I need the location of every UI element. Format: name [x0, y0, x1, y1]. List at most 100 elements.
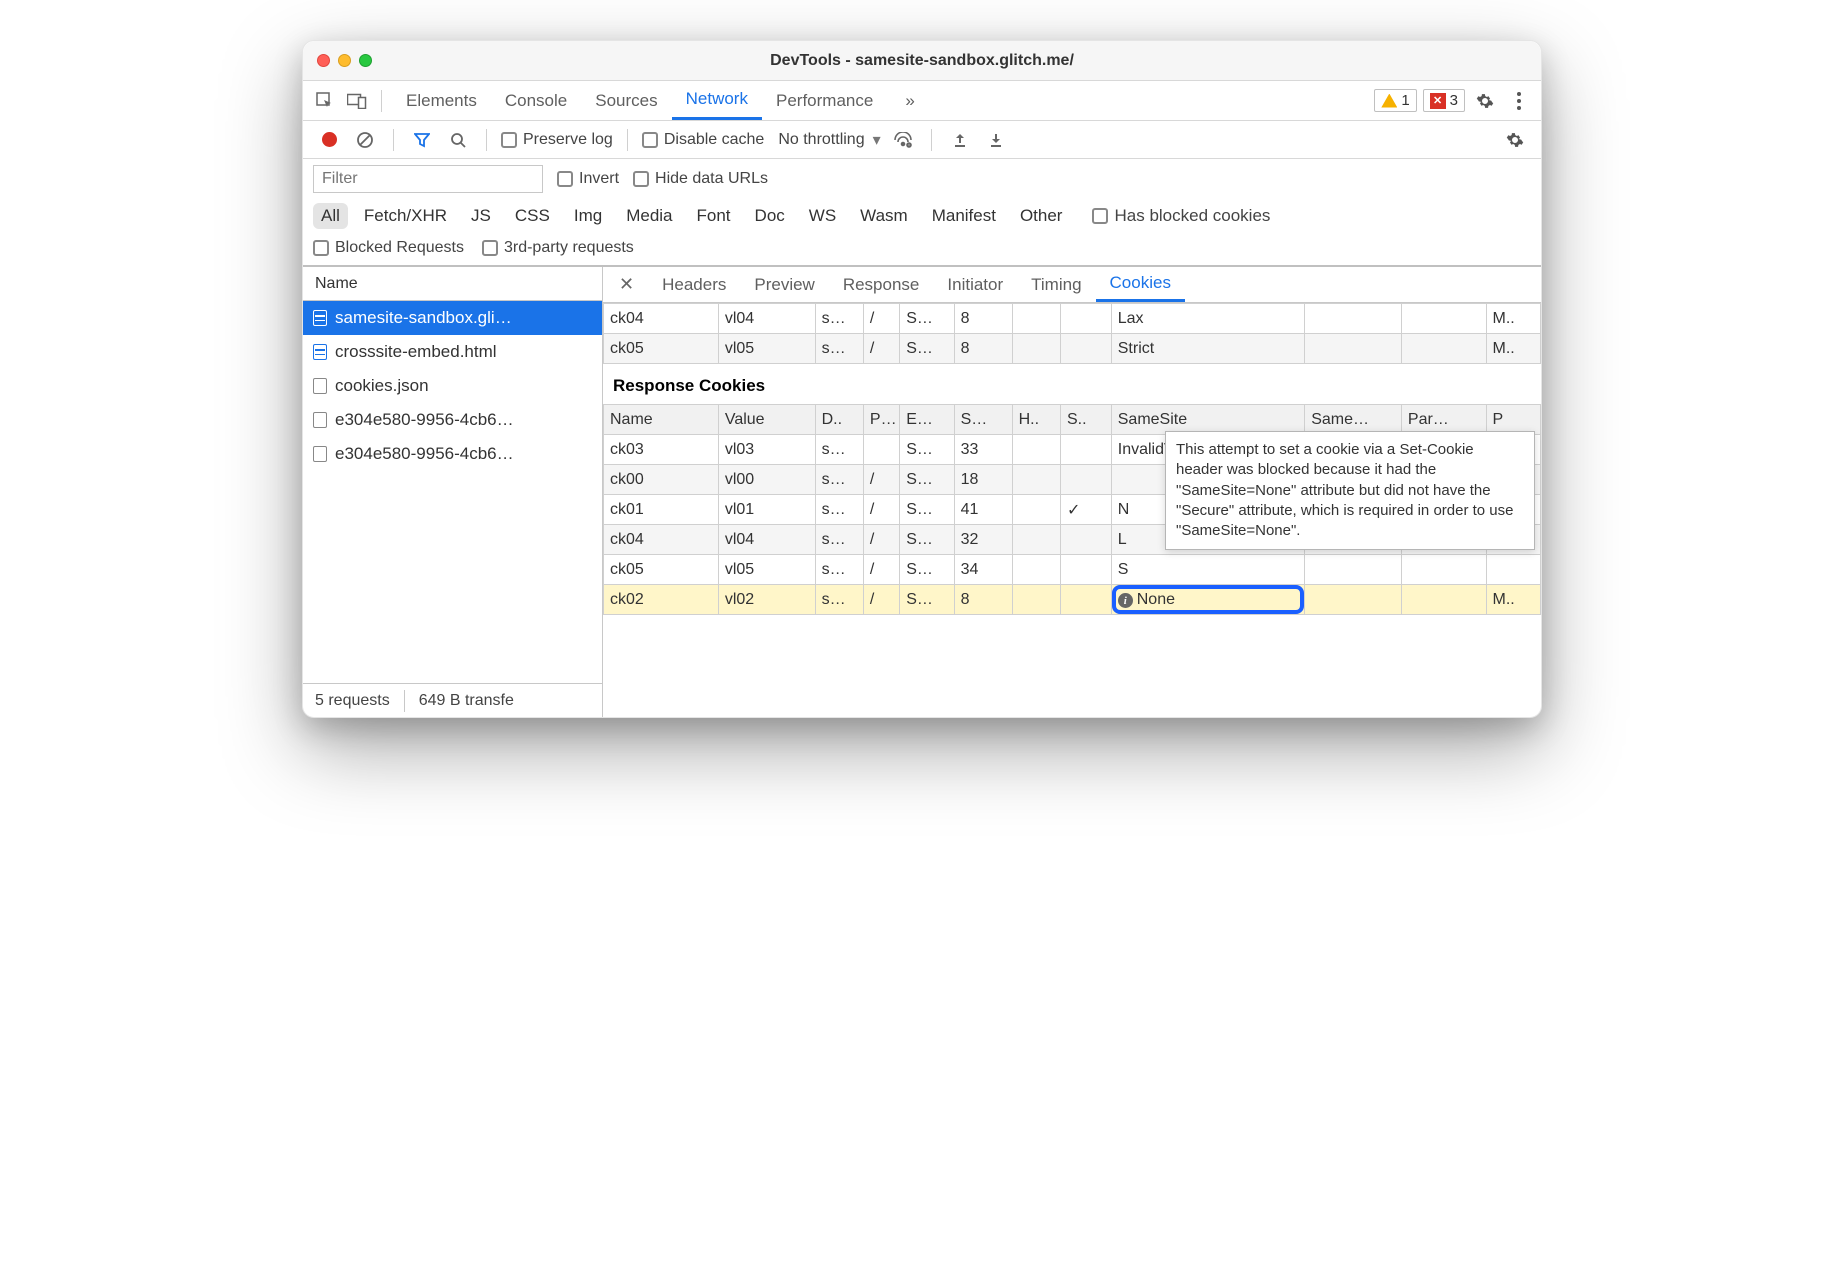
filter-chip-js[interactable]: JS [463, 203, 499, 229]
col-name[interactable]: Name [604, 405, 719, 435]
col-httponly[interactable]: H.. [1012, 405, 1060, 435]
tab-elements[interactable]: Elements [392, 82, 491, 120]
detail-tab-response[interactable]: Response [829, 268, 934, 302]
network-settings-icon[interactable] [1501, 126, 1529, 154]
invert-checkbox[interactable]: Invert [557, 170, 619, 188]
request-name: cookies.json [335, 376, 429, 396]
cell-value: vl01 [718, 495, 815, 525]
detail-tab-headers[interactable]: Headers [648, 268, 740, 302]
search-icon[interactable] [444, 126, 472, 154]
inspect-element-icon[interactable] [311, 87, 339, 115]
col-samesite[interactable]: SameSite [1111, 405, 1304, 435]
cell-e: S… [900, 435, 954, 465]
download-har-icon[interactable] [982, 126, 1010, 154]
col-partitionkey[interactable]: Par… [1401, 405, 1486, 435]
device-toolbar-icon[interactable] [343, 87, 371, 115]
disable-cache-checkbox[interactable]: Disable cache [642, 131, 765, 149]
table-row[interactable]: ck05vl05s…/S…34S [604, 555, 1541, 585]
request-item[interactable]: e304e580-9956-4cb6… [303, 437, 602, 471]
cell-samesite: Lax [1111, 304, 1304, 334]
info-icon: i [1118, 593, 1133, 608]
preserve-log-checkbox[interactable]: Preserve log [501, 131, 613, 149]
detail-tab-cookies[interactable]: Cookies [1096, 268, 1185, 302]
cell-s: 32 [954, 525, 1012, 555]
tab-console[interactable]: Console [491, 82, 581, 120]
titlebar: DevTools - samesite-sandbox.glitch.me/ [303, 41, 1541, 81]
filter-chip-css[interactable]: CSS [507, 203, 558, 229]
filter-chip-doc[interactable]: Doc [747, 203, 793, 229]
hide-data-urls-checkbox[interactable]: Hide data URLs [633, 170, 768, 188]
filter-chip-fetchxhr[interactable]: Fetch/XHR [356, 203, 455, 229]
filter-chip-ws[interactable]: WS [801, 203, 844, 229]
col-size[interactable]: S… [954, 405, 1012, 435]
cell-s: 8 [954, 334, 1012, 364]
warnings-badge[interactable]: 1 [1374, 89, 1416, 112]
network-conditions-icon[interactable] [889, 126, 917, 154]
request-item[interactable]: samesite-sandbox.gli… [303, 301, 602, 335]
col-sameparty[interactable]: Same… [1305, 405, 1402, 435]
kebab-menu-icon[interactable] [1505, 87, 1533, 115]
filter-chip-img[interactable]: Img [566, 203, 610, 229]
detail-tab-initiator[interactable]: Initiator [933, 268, 1017, 302]
cell-d: s… [815, 465, 863, 495]
filter-chip-other[interactable]: Other [1012, 203, 1071, 229]
window-title: DevTools - samesite-sandbox.glitch.me/ [303, 52, 1541, 70]
cell-same [1305, 304, 1402, 334]
filter-row: Invert Hide data URLs [303, 159, 1541, 199]
cell-e: S… [900, 555, 954, 585]
col-expires[interactable]: E… [900, 405, 954, 435]
request-item[interactable]: crosssite-embed.html [303, 335, 602, 369]
cell-par [1401, 334, 1486, 364]
blocked-cookie-tooltip: This attempt to set a cookie via a Set-C… [1165, 431, 1535, 550]
cell-s: 8 [954, 304, 1012, 334]
blocked-requests-checkbox[interactable]: Blocked Requests [313, 239, 464, 257]
cell-same [1305, 555, 1402, 585]
cell-d: s… [815, 304, 863, 334]
cell-s: 18 [954, 465, 1012, 495]
close-details-button[interactable]: ✕ [609, 274, 644, 295]
col-secure[interactable]: S.. [1060, 405, 1111, 435]
col-domain[interactable]: D.. [815, 405, 863, 435]
response-cookies-title: Response Cookies [603, 364, 1541, 404]
detail-tab-preview[interactable]: Preview [740, 268, 828, 302]
filter-chip-manifest[interactable]: Manifest [924, 203, 1004, 229]
settings-icon[interactable] [1471, 87, 1499, 115]
filter-chip-font[interactable]: Font [689, 203, 739, 229]
errors-badge[interactable]: ✕ 3 [1423, 89, 1465, 112]
cell-par [1401, 555, 1486, 585]
upload-har-icon[interactable] [946, 126, 974, 154]
filter-chip-all[interactable]: All [313, 203, 348, 229]
table-row[interactable]: ck02vl02s…/S…8iNoneM.. [604, 585, 1541, 615]
record-button[interactable] [315, 126, 343, 154]
filter-chip-wasm[interactable]: Wasm [852, 203, 916, 229]
more-tabs[interactable]: » [891, 82, 928, 120]
clear-button[interactable] [351, 126, 379, 154]
file-icon [313, 446, 327, 462]
cell-value: vl03 [718, 435, 815, 465]
filter-input[interactable] [313, 165, 543, 193]
status-bar: 5 requests 649 B transfe [303, 683, 602, 717]
throttling-select[interactable]: No throttling ▾ [778, 130, 880, 150]
table-row[interactable]: ck05vl05s…/S…8StrictM.. [604, 334, 1541, 364]
request-item[interactable]: e304e580-9956-4cb6… [303, 403, 602, 437]
third-party-requests-checkbox[interactable]: 3rd-party requests [482, 239, 634, 257]
cell-d: s… [815, 555, 863, 585]
cell-sec [1060, 304, 1111, 334]
request-item[interactable]: cookies.json [303, 369, 602, 403]
cell-h [1012, 334, 1060, 364]
col-path[interactable]: P… [863, 405, 899, 435]
content-pane: Name samesite-sandbox.gli…crosssite-embe… [303, 267, 1541, 717]
col-value[interactable]: Value [718, 405, 815, 435]
tab-sources[interactable]: Sources [581, 82, 671, 120]
table-row[interactable]: ck04vl04s…/S…8LaxM.. [604, 304, 1541, 334]
has-blocked-cookies-checkbox[interactable]: Has blocked cookies [1092, 206, 1270, 226]
filter-icon[interactable] [408, 126, 436, 154]
tab-performance[interactable]: Performance [762, 82, 887, 120]
extra-filter-row: Blocked Requests 3rd-party requests [303, 235, 1541, 267]
cell-samesite: S [1111, 555, 1304, 585]
filter-chip-media[interactable]: Media [618, 203, 680, 229]
cell-same [1305, 585, 1402, 615]
detail-tab-timing[interactable]: Timing [1017, 268, 1095, 302]
col-priority[interactable]: P [1486, 405, 1540, 435]
tab-network[interactable]: Network [672, 82, 762, 120]
